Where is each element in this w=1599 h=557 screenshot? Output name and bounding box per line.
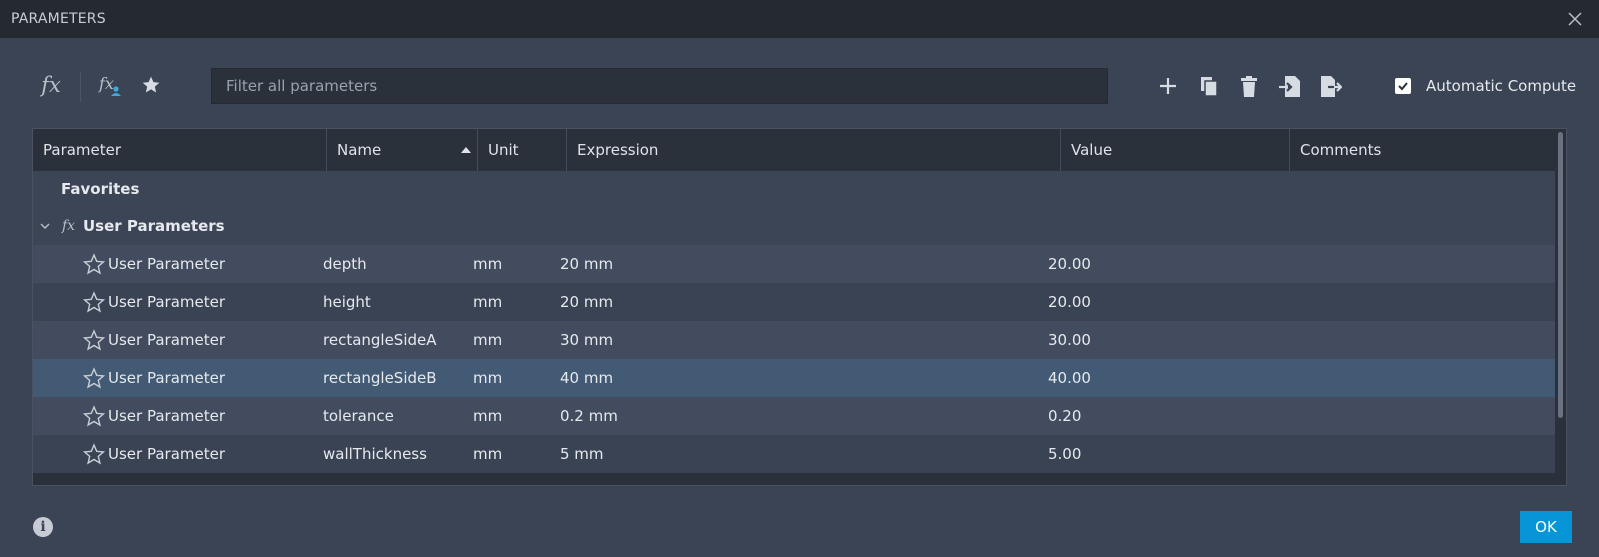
import-icon[interactable] <box>1278 74 1302 98</box>
unit-cell: mm <box>473 331 503 349</box>
svg-text:fx: fx <box>98 74 114 93</box>
expression-cell[interactable]: 20 mm <box>560 283 613 321</box>
star-outline-icon[interactable] <box>83 397 105 435</box>
name-cell[interactable]: depth <box>323 245 367 283</box>
star-outline-icon[interactable] <box>83 321 105 359</box>
table-row[interactable]: User Parameter rectangleSideB mm 40 mm 40.00 <box>33 359 1556 397</box>
parameter-type-cell: User Parameter <box>108 407 225 425</box>
user-parameters-group-row[interactable]: fx User Parameters <box>33 207 1556 245</box>
unit-cell: mm <box>473 445 503 463</box>
parameter-type-cell: User Parameter <box>108 445 225 463</box>
star-outline-icon[interactable] <box>83 283 105 321</box>
automatic-compute-checkbox[interactable] <box>1395 78 1411 94</box>
unit-cell: mm <box>473 255 503 273</box>
name-cell[interactable]: wallThickness <box>323 435 427 473</box>
name-cell[interactable]: tolerance <box>323 397 394 435</box>
add-icon[interactable] <box>1157 75 1179 97</box>
fx-user-icon[interactable]: fx <box>98 72 124 98</box>
column-header-parameter[interactable]: Parameter <box>33 129 327 171</box>
table-row[interactable]: User Parameter wallThickness mm 5 mm 5.00 <box>33 435 1556 473</box>
parameter-type-cell: User Parameter <box>108 331 225 349</box>
expression-cell[interactable]: 20 mm <box>560 245 613 283</box>
title-bar: PARAMETERS <box>0 0 1599 38</box>
fx-group-icon: fx <box>62 218 76 234</box>
fx-icon[interactable]: fx <box>37 72 65 98</box>
column-header-comments[interactable]: Comments <box>1290 129 1556 171</box>
info-icon[interactable]: i <box>33 517 53 537</box>
favorites-group-row[interactable]: Favorites <box>33 171 1556 207</box>
parameter-type-cell: User Parameter <box>108 369 225 387</box>
column-header-unit[interactable]: Unit <box>478 129 567 171</box>
scrollbar-thumb[interactable] <box>1558 132 1563 418</box>
favorites-label: Favorites <box>61 180 140 198</box>
expression-cell[interactable]: 5 mm <box>560 435 604 473</box>
automatic-compute-label: Automatic Compute <box>1426 77 1577 95</box>
expression-cell[interactable]: 0.2 mm <box>560 397 618 435</box>
star-outline-icon[interactable] <box>83 435 105 473</box>
name-cell[interactable]: rectangleSideA <box>323 321 437 359</box>
value-cell: 20.00 <box>1048 255 1091 273</box>
parameter-type-cell: User Parameter <box>108 255 225 273</box>
expression-cell[interactable]: 30 mm <box>560 321 613 359</box>
star-outline-icon[interactable] <box>83 245 105 283</box>
table-header: Parameter Name Unit Expression Value Com… <box>33 129 1556 171</box>
column-header-expression[interactable]: Expression <box>567 129 1061 171</box>
parameter-type-cell: User Parameter <box>108 293 225 311</box>
toolbar-separator <box>80 72 81 102</box>
user-parameters-label: User Parameters <box>83 217 225 235</box>
table-row[interactable]: User Parameter height mm 20 mm 20.00 <box>33 283 1556 321</box>
check-icon <box>1398 82 1408 91</box>
ok-button[interactable]: OK <box>1520 511 1572 543</box>
chevron-down-icon[interactable] <box>39 207 51 245</box>
value-cell: 30.00 <box>1048 331 1091 349</box>
delete-icon[interactable] <box>1238 74 1260 98</box>
column-header-value[interactable]: Value <box>1061 129 1290 171</box>
search-input[interactable] <box>211 68 1108 104</box>
star-outline-icon[interactable] <box>83 359 105 397</box>
copy-icon[interactable] <box>1198 74 1220 98</box>
vertical-scrollbar[interactable] <box>1555 129 1566 485</box>
table-row[interactable]: User Parameter rectangleSideA mm 30 mm 30.00 <box>33 321 1556 359</box>
sort-ascending-icon <box>461 147 471 153</box>
name-cell[interactable]: height <box>323 283 371 321</box>
unit-cell: mm <box>473 369 503 387</box>
export-icon[interactable] <box>1319 74 1343 98</box>
close-icon[interactable] <box>1564 8 1586 30</box>
star-icon[interactable] <box>140 74 162 96</box>
value-cell: 5.00 <box>1048 445 1082 463</box>
automatic-compute[interactable]: Automatic Compute <box>1395 74 1576 98</box>
parameters-table: Parameter Name Unit Expression Value Com… <box>32 128 1567 486</box>
window-title: PARAMETERS <box>11 11 106 27</box>
value-cell: 20.00 <box>1048 293 1091 311</box>
table-row[interactable]: User Parameter depth mm 20 mm 20.00 <box>33 245 1556 283</box>
column-header-name[interactable]: Name <box>327 129 478 171</box>
expression-cell[interactable]: 40 mm <box>560 359 613 397</box>
name-cell[interactable]: rectangleSideB <box>323 359 437 397</box>
value-cell: 40.00 <box>1048 369 1091 387</box>
unit-cell: mm <box>473 407 503 425</box>
unit-cell: mm <box>473 293 503 311</box>
table-row[interactable]: User Parameter tolerance mm 0.2 mm 0.20 <box>33 397 1556 435</box>
value-cell: 0.20 <box>1048 407 1082 425</box>
